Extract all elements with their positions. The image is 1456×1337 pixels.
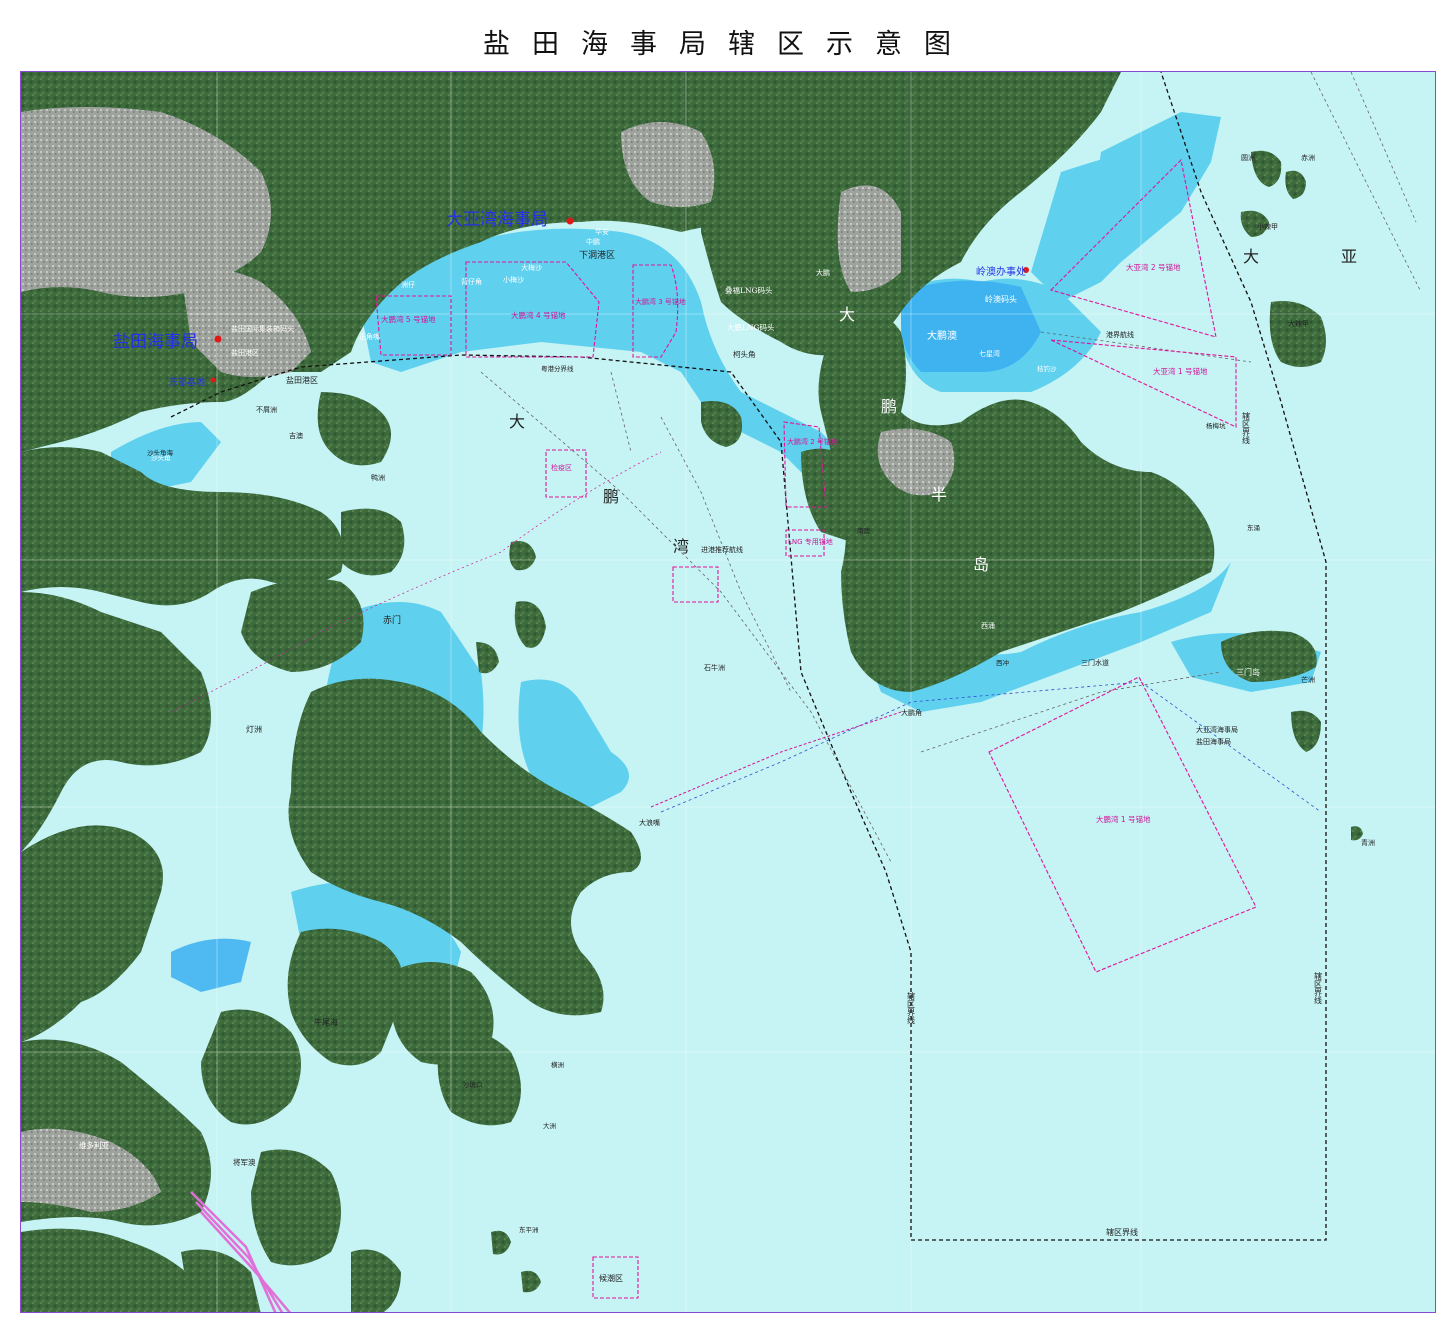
boundary-label-4: 辖区界线	[1242, 411, 1251, 444]
region-dapeng-bay-2: 鹏	[603, 487, 619, 506]
place-yantian-port: 盐田港区	[286, 375, 318, 385]
place-nanao: 南澳	[857, 526, 871, 535]
anchorage-label-4: 大鹏湾 4 号锚地	[511, 310, 566, 320]
place-niuweihai: 牛尾海	[314, 1017, 338, 1027]
place-shatangkou: 沙塘口	[463, 1080, 483, 1089]
place-victoria: 维多利亚	[79, 1140, 109, 1150]
place-zhengjiaozui: 正角嘴	[359, 332, 380, 341]
office-lingao: 岭澳办事处	[976, 265, 1026, 278]
region-peninsula-1: 大	[839, 305, 855, 324]
office-yantian: 盐田海事局	[113, 332, 198, 352]
place-buxiezhou: 不屑洲	[256, 406, 277, 414]
region-daya-1: 大	[1243, 247, 1259, 266]
anchorage-label-5: 大鹏湾 5 号锚地	[381, 314, 436, 324]
anchorage-label-dapeng1: 大鹏湾 1 号锚地	[1096, 814, 1151, 824]
place-chimen: 赤门	[383, 614, 401, 626]
place-xiyong: 西涌	[981, 621, 995, 630]
place-qixingwan: 七星湾	[979, 349, 1000, 358]
place-lingao-wharf: 岭澳码头	[985, 294, 1017, 304]
place-qingzhou: 青洲	[1361, 838, 1375, 847]
place-hengzhou: 横洲	[551, 1060, 564, 1069]
place-port-route: 港界航线	[1106, 330, 1134, 339]
place-dapeng-town: 大鹏	[816, 268, 830, 277]
region-dapeng-bay-1: 大	[509, 412, 525, 431]
boundary-label-1: 辖区界线	[1106, 1227, 1138, 1237]
anchorage-label-quarantine: 检疫区	[551, 463, 572, 472]
place-yangmeikeng: 杨梅坑	[1206, 421, 1226, 430]
place-dapengjiao: 大鹏角	[901, 708, 922, 717]
place-dalajia: 大辣甲	[1288, 319, 1309, 328]
anchorage-label-daya1: 大亚湾 1 号锚地	[1153, 366, 1208, 376]
place-dengzhou: 灯洲	[246, 724, 262, 734]
place-zhongpeng: 中鹏	[586, 237, 600, 246]
place-beizaijiao: 背仔角	[461, 277, 482, 286]
anchorage-label-3: 大鹏湾 3 号锚地	[635, 297, 686, 306]
satellite-map[interactable]: 辖区界线 辖区界线 辖区界线 辖区界线 大 鹏 湾 大 鹏 半 岛 大 亚 盐田…	[21, 72, 1436, 1313]
place-jiangjunao: 将军澳	[233, 1157, 256, 1167]
place-dongyong: 东涌	[1247, 523, 1260, 532]
anchorage-label-tide: 候潮区	[599, 1273, 623, 1283]
place-xiadong: 下洞港区	[579, 249, 615, 261]
place-dayawan-ms: 大亚湾海事局	[1196, 725, 1238, 734]
boundary-label-2: 辖区界线	[1314, 971, 1323, 1004]
region-daya-2: 亚	[1341, 247, 1357, 266]
place-mangzhou: 芒洲	[1301, 675, 1315, 684]
office-dongbu: 东部基地	[169, 376, 205, 388]
place-dapeng-lng: 大鹏LNG码头	[727, 322, 775, 332]
place-huaan: 华安	[595, 227, 609, 236]
place-ketoujiao: 柯头角	[733, 349, 756, 359]
place-shatoujiao: 沙头角	[151, 453, 171, 462]
place-yantian-ms: 盐田海事局	[1196, 737, 1231, 746]
anchorage-label-lng: LNG 专用锚地	[788, 537, 833, 546]
region-peninsula-4: 岛	[973, 555, 989, 574]
map-frame[interactable]: 辖区界线 辖区界线 辖区界线 辖区界线 大 鹏 湾 大 鹏 半 岛 大 亚 盐田…	[20, 71, 1436, 1313]
place-xiaolajia: 小辣甲	[1257, 222, 1278, 231]
place-yazhou: 鸭洲	[371, 473, 385, 482]
region-peninsula-2: 鹏	[881, 397, 897, 416]
place-dapengao: 大鹏澳	[927, 329, 957, 342]
place-xiaomeisha: 小梅沙	[503, 275, 524, 284]
place-jiao: 吉澳	[289, 431, 303, 440]
region-peninsula-3: 半	[931, 485, 947, 504]
anchorage-label-daya2: 大亚湾 2 号锚地	[1126, 262, 1181, 272]
place-approach-route: 进港推荐航线	[701, 545, 743, 554]
place-shiniuzhou: 石牛洲	[704, 663, 725, 672]
page-title: 盐田海事局辖区示意图	[483, 29, 973, 60]
office-dayawan: 大亚湾海事局	[446, 210, 548, 230]
place-xichong: 西冲	[996, 658, 1010, 667]
boundary-label-3: 辖区界线	[907, 991, 916, 1024]
place-dongpingzhou: 东平洲	[519, 1225, 539, 1234]
place-zhouzai: 洲仔	[401, 280, 415, 289]
place-chizhou: 赤洲	[1301, 154, 1315, 162]
place-yantian-port-2: 盐田港区	[231, 348, 259, 357]
place-sanmen: 三门岛	[1236, 667, 1260, 677]
place-jiediaosha: 桔钓沙	[1037, 364, 1057, 373]
place-diefu-lng: 叠福LNG码头	[725, 285, 773, 295]
place-yuanzhou: 圆洲	[1241, 154, 1255, 162]
region-dapeng-bay-3: 湾	[673, 537, 689, 556]
place-dalangzui: 大浪嘴	[639, 818, 660, 827]
place-guangang-line: 粤港分界线	[541, 364, 574, 373]
place-sanmen-channel: 三门水道	[1081, 658, 1109, 667]
place-dazhou: 大洲	[543, 1121, 556, 1130]
place-dameisha: 大梅沙	[521, 263, 542, 272]
place-yict: 盐田国际集装箱码头	[231, 324, 294, 333]
anchorage-label-2: 大鹏湾 2 号锚地	[787, 437, 838, 446]
